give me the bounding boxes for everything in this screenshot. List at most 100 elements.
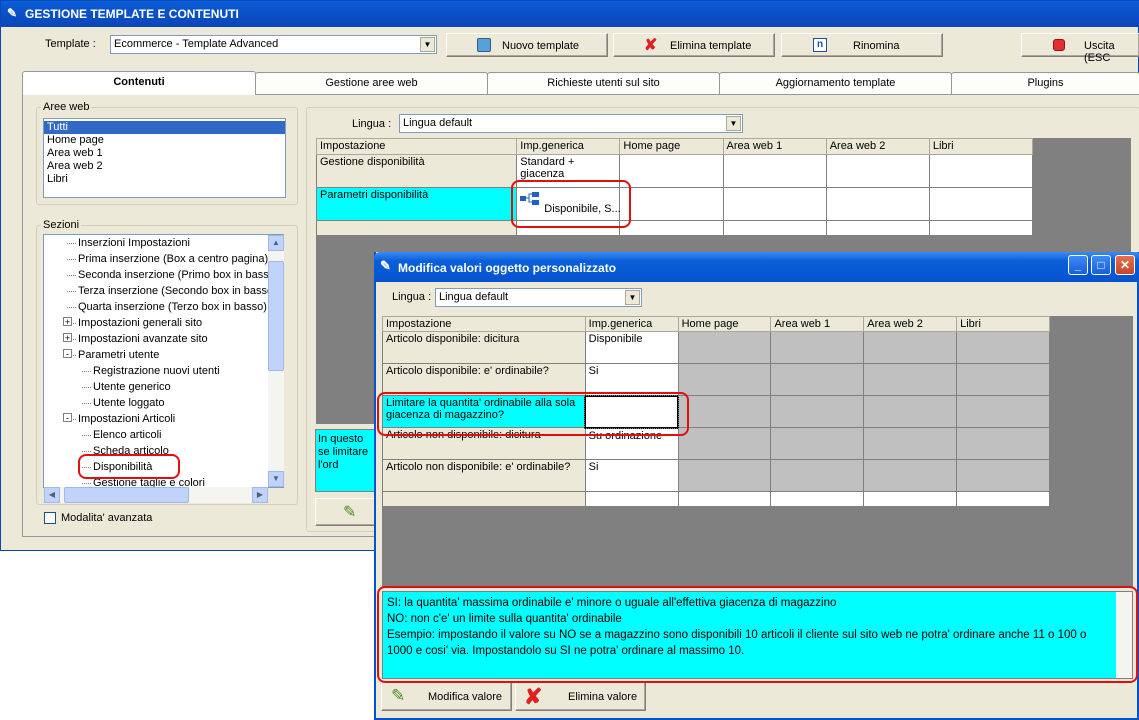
expand-icon[interactable]: + <box>63 317 72 327</box>
table-row[interactable]: Articolo disponibile: e' ordinabile? Si <box>382 363 1050 396</box>
list-item[interactable]: Area web 1 <box>44 147 285 160</box>
tab-contenuti[interactable]: Contenuti <box>22 71 256 95</box>
value-cell[interactable] <box>770 331 865 364</box>
expand-icon[interactable]: + <box>63 333 72 343</box>
value-cell[interactable] <box>677 459 772 492</box>
tree-item[interactable]: Elenco articoli <box>44 428 283 444</box>
value-cell[interactable] <box>825 154 930 188</box>
chevron-down-icon[interactable]: ▼ <box>625 290 640 305</box>
value-cell[interactable] <box>619 187 724 221</box>
list-item[interactable]: Home page <box>44 134 285 147</box>
tab-richieste-utenti[interactable]: Richieste utenti sul sito <box>487 72 720 94</box>
list-item[interactable]: Libri <box>44 173 285 186</box>
red-x-icon: ✘ <box>644 37 658 54</box>
tree-item[interactable]: Prima inserzione (Box a centro pagina) <box>44 252 283 268</box>
table-row[interactable]: Gestione disponibilità Standard + giacen… <box>315 154 1034 188</box>
value-cell[interactable] <box>770 459 865 492</box>
value-cell[interactable] <box>956 363 1050 396</box>
value-cell[interactable] <box>863 363 958 396</box>
exit-button[interactable]: Uscita (ESC <box>1021 33 1139 64</box>
tree-item[interactable]: Terza inserzione (Secondo box in basso) <box>44 284 283 300</box>
col-header-area-web-2: Area web 2 <box>863 316 958 332</box>
tree-item[interactable]: Utente loggato <box>44 396 283 412</box>
chevron-down-icon[interactable]: ▼ <box>420 37 435 52</box>
value-cell[interactable] <box>677 427 772 460</box>
tree-item[interactable]: - Impostazioni Articoli <box>44 412 283 428</box>
tree-item[interactable]: Seconda inserzione (Primo box in basso) <box>44 268 283 284</box>
value-cell[interactable] <box>770 363 865 396</box>
edit-value-button[interactable]: ✎ Modifica valore <box>381 682 512 711</box>
scroll-thumb[interactable] <box>268 261 284 371</box>
value-cell[interactable]: Disponibile <box>584 331 679 364</box>
table-row[interactable]: Parametri disponibilità Disponibile, S..… <box>315 187 1034 221</box>
close-button[interactable]: ✕ <box>1115 255 1135 275</box>
value-cell[interactable] <box>677 363 772 396</box>
delete-value-button[interactable]: ✘ Elimina valore <box>515 682 646 711</box>
template-select[interactable]: Ecommerce - Template Advanced ▼ <box>110 35 437 54</box>
value-cell[interactable] <box>722 154 827 188</box>
tree-item[interactable]: + Impostazioni avanzate sito <box>44 332 283 348</box>
col-header-area-web-2: Area web 2 <box>825 138 930 155</box>
value-cell[interactable] <box>825 187 930 221</box>
scroll-right-button[interactable]: ▶ <box>252 487 268 503</box>
collapse-icon[interactable]: - <box>63 413 72 423</box>
value-cell[interactable] <box>770 395 865 428</box>
value-cell[interactable] <box>928 154 1034 188</box>
value-cell[interactable] <box>956 459 1050 492</box>
hscroll-thumb[interactable] <box>64 487 189 503</box>
table-row <box>382 491 1050 507</box>
value-cell[interactable] <box>863 427 958 460</box>
tree-item[interactable]: Utente generico <box>44 380 283 396</box>
lingua-select-value: Lingua default <box>403 117 473 129</box>
value-cell[interactable] <box>863 395 958 428</box>
sezioni-tree[interactable]: Inserzioni Impostazioni Prima inserzione … <box>43 234 284 488</box>
tab-gestione-aree-web[interactable]: Gestione aree web <box>255 72 488 94</box>
value-cell[interactable]: Si <box>584 363 679 396</box>
maximize-button[interactable]: □ <box>1091 255 1111 275</box>
tab-aggiornamento-template[interactable]: Aggiornamento template <box>719 72 952 94</box>
rename-button[interactable]: n Rinomina <box>781 33 943 57</box>
value-cell[interactable]: Si <box>584 459 679 492</box>
tree-item-label: Elenco articoli <box>93 429 162 441</box>
sezioni-hscrollbar[interactable]: ◀ ▶ <box>44 487 268 503</box>
delete-template-button[interactable]: ✘ Elimina template <box>613 33 775 57</box>
value-cell[interactable] <box>956 331 1050 364</box>
tree-item[interactable]: Inserzioni Impostazioni <box>44 236 283 252</box>
modalita-avanzata-checkbox[interactable] <box>44 512 56 524</box>
scroll-up-button[interactable]: ▲ <box>268 235 284 251</box>
tree-connector <box>82 403 91 404</box>
list-item[interactable]: Tutti <box>44 121 285 134</box>
tree-item[interactable]: - Parametri utente <box>44 348 283 364</box>
tree-item[interactable]: Registrazione nuovi utenti <box>44 364 283 380</box>
tree-item[interactable]: Quarta inserzione (Terzo box in basso) <box>44 300 283 316</box>
annotation-disponibilita <box>78 454 180 479</box>
scroll-down-button[interactable]: ▼ <box>268 471 284 487</box>
value-cell[interactable] <box>722 187 827 221</box>
table-row[interactable]: Articolo disponibile: dicitura Disponibi… <box>382 331 1050 364</box>
sezioni-vscrollbar[interactable]: ▲ ▼ <box>268 235 284 487</box>
aree-web-list[interactable]: Tutti Home page Area web 1 Area web 2 Li… <box>43 118 286 198</box>
main-edit-button[interactable]: ✎ <box>315 498 377 526</box>
tree-connector <box>82 387 91 388</box>
col-header-imp-generica: Imp.generica <box>584 316 679 332</box>
minimize-button[interactable]: _ <box>1068 255 1088 275</box>
new-template-button[interactable]: Nuovo template <box>446 33 608 57</box>
chevron-down-icon[interactable]: ▼ <box>726 116 741 131</box>
lingua-select[interactable]: Lingua default ▼ <box>399 114 743 133</box>
tab-plugins[interactable]: Plugins <box>951 72 1139 94</box>
value-cell[interactable] <box>770 427 865 460</box>
value-cell[interactable] <box>863 459 958 492</box>
value-cell[interactable] <box>863 331 958 364</box>
tree-item[interactable]: + Impostazioni generali sito <box>44 316 283 332</box>
value-cell[interactable] <box>677 331 772 364</box>
collapse-icon[interactable]: - <box>63 349 72 359</box>
list-item[interactable]: Area web 2 <box>44 160 285 173</box>
table-row[interactable]: Articolo non disponibile: e' ordinabile?… <box>382 459 1050 492</box>
dialog-lingua-select[interactable]: Lingua default ▼ <box>435 288 642 307</box>
value-cell[interactable] <box>677 395 772 428</box>
scroll-left-button[interactable]: ◀ <box>44 487 60 503</box>
value-cell[interactable] <box>956 395 1050 428</box>
value-cell[interactable] <box>956 427 1050 460</box>
value-cell[interactable] <box>928 187 1034 221</box>
value-cell[interactable] <box>619 154 724 188</box>
